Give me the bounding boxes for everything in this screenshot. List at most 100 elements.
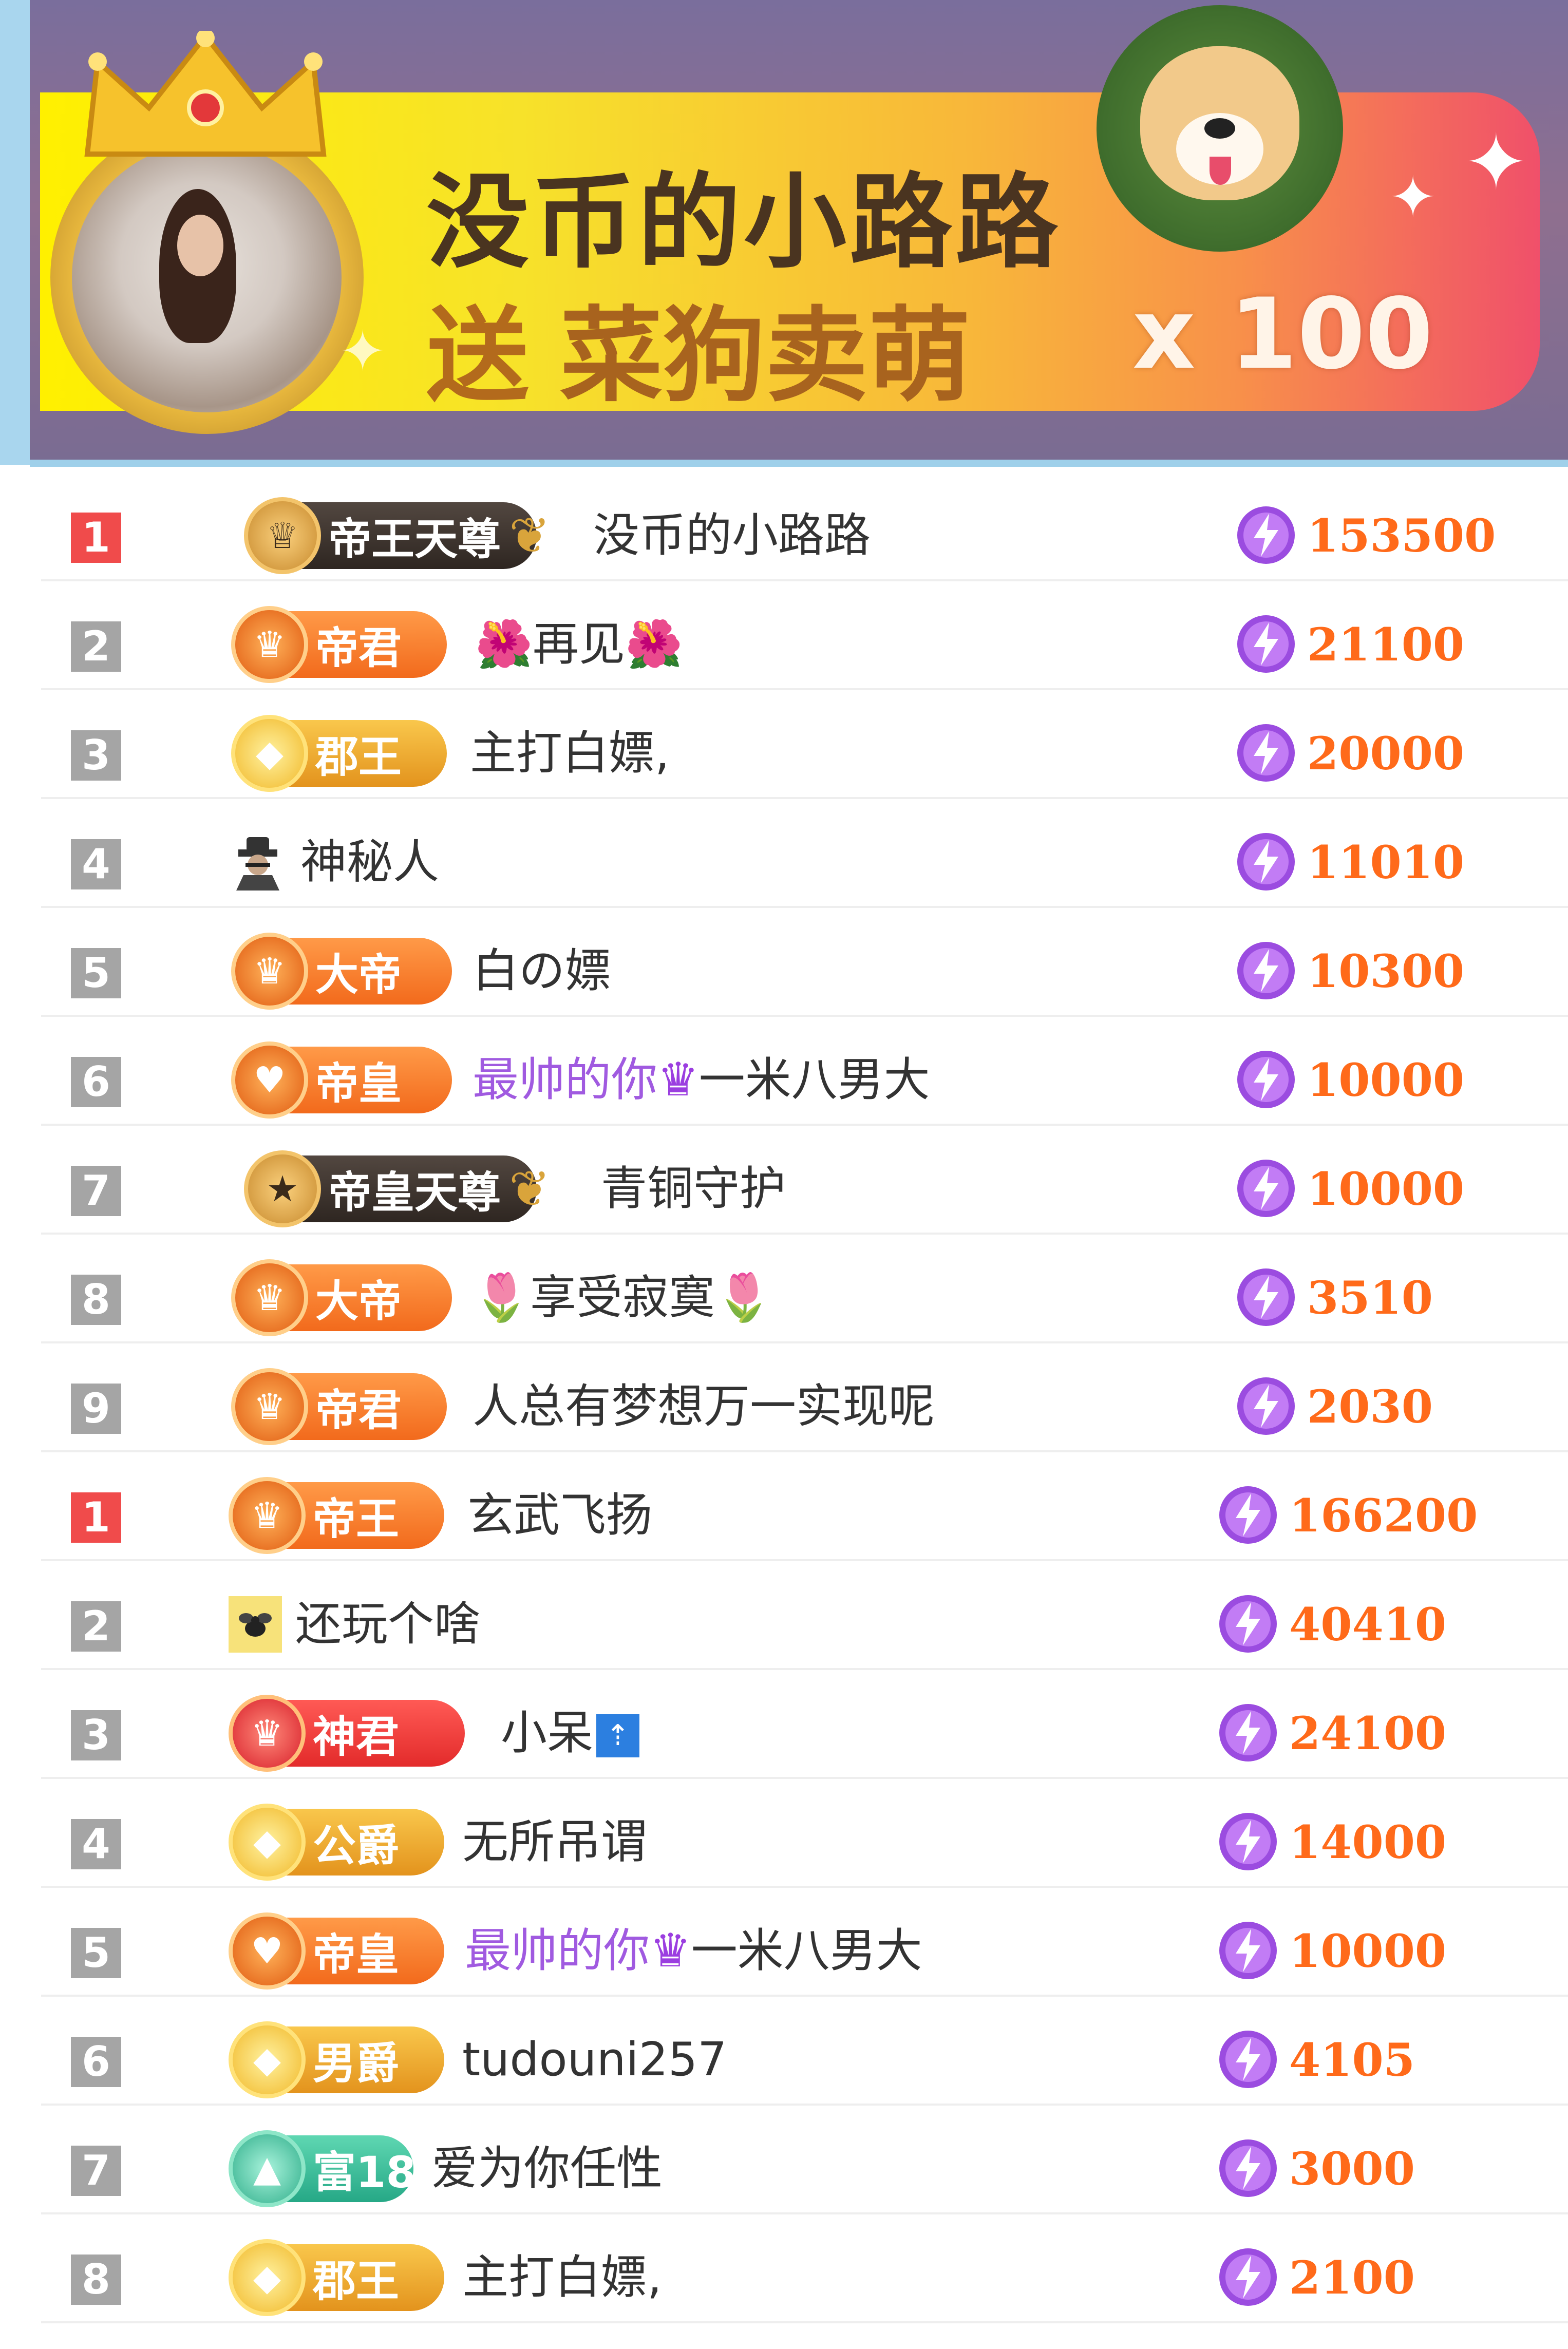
leaderboard-row[interactable]: 2 ♛ 帝君 🌺再见🌺 21100 [0, 581, 1568, 690]
score-value: 3000 [1289, 2142, 1415, 2195]
coin-icon [1237, 506, 1295, 564]
score-value: 2030 [1307, 1380, 1433, 1433]
badge-label: 大帝 [315, 949, 402, 1000]
level-badge: ♛ 帝君 [231, 606, 447, 683]
coin-icon [1219, 2248, 1277, 2306]
badge-label: 郡王 [315, 731, 402, 782]
level-badge: ♛ 帝王 [229, 1477, 444, 1554]
rank-number: 3 [71, 1710, 121, 1760]
coin-icon [1237, 942, 1295, 999]
username[interactable]: 最帅的你♛一米八男大 [473, 1047, 930, 1113]
sparkle-icon: ✦ [339, 318, 387, 384]
badge-emblem-icon: ◆ [229, 2239, 306, 2316]
gift-name: 菜狗卖萌 [560, 296, 971, 416]
coin-icon [1237, 724, 1295, 782]
level-badge: ◆ 男爵 [229, 2021, 444, 2098]
level-badge: ▲ 富18 [229, 2130, 416, 2207]
username[interactable]: 人总有梦想万一实现呢 [473, 1373, 935, 1440]
dog-face [1140, 46, 1299, 200]
username[interactable]: 没币的小路路 [593, 502, 871, 569]
username[interactable]: 🌺再见🌺 [475, 611, 683, 678]
leaderboard-row[interactable]: 1 ♛ 帝王 玄武飞扬 166200 [0, 1452, 1568, 1561]
coin-icon [1237, 1160, 1295, 1217]
score-value: 10000 [1307, 1053, 1465, 1107]
rank-number: 1 [71, 513, 121, 563]
badge-label: 男爵 [313, 2038, 400, 2089]
leaderboard-row[interactable]: 6 ◆ 男爵 tudouni257 4105 [0, 1997, 1568, 2106]
username[interactable]: 青铜守护 [601, 1155, 786, 1222]
username[interactable]: 白の嫖 [473, 938, 611, 1005]
leaderboard-row[interactable]: 6 ♥ 帝皇 最帅的你♛一米八男大 10000 [0, 1017, 1568, 1126]
level-badge: ♥ 帝皇 [229, 1912, 444, 1990]
leaderboard-row[interactable]: 2 还玩个啥 40410 [0, 1561, 1568, 1670]
level-up-icon: ⇡ [596, 1714, 639, 1758]
rank-number: 7 [71, 2146, 121, 2196]
username[interactable]: 主打白嫖, [470, 720, 670, 787]
leaderboard-row[interactable]: 3 ♛ 神君 小呆 ⇡ 24100 [0, 1670, 1568, 1779]
level-badge: ♛ 大帝 [231, 1259, 452, 1336]
coin-icon [1219, 1595, 1277, 1653]
crown-icon [84, 31, 327, 157]
leaderboard-row[interactable]: 5 ♛ 大帝 白の嫖 10300 [0, 908, 1568, 1017]
leaderboard-row[interactable]: 7 ▲ 富18 爱为你任性 3000 [0, 2106, 1568, 2214]
leaderboard-row[interactable]: 7 ★ 帝皇天尊 ❦ 青铜守护 10000 [0, 1126, 1568, 1235]
username[interactable]: 无所吊谓 [462, 1809, 647, 1876]
leaderboard-row[interactable]: 4 ◆ 公爵 无所吊谓 14000 [0, 1779, 1568, 1888]
badge-emblem-icon: ▲ [229, 2130, 306, 2207]
rank-number: 9 [71, 1384, 121, 1434]
dog-nose [1204, 118, 1235, 139]
wing-icon: ❦ [509, 1160, 551, 1218]
leaderboard-row[interactable]: 9 ♛ 帝君 人总有梦想万一实现呢 2030 [0, 1343, 1568, 1452]
sender-avatar[interactable] [72, 143, 342, 412]
rank-number: 8 [71, 2255, 121, 2305]
username[interactable]: tudouni257 [462, 2026, 727, 2093]
badge-emblem-icon: ◆ [229, 2021, 306, 2098]
username[interactable]: 还玩个啥 [295, 1591, 480, 1658]
dog-gift-icon [1097, 5, 1343, 252]
username[interactable]: 爱为你任性 [431, 2135, 663, 2202]
leaderboard-row[interactable]: 8 ◆ 郡王 主打白嫖, 2100 [0, 2214, 1568, 2323]
leaderboard-row[interactable]: 8 ♛ 大帝 🌷享受寂寞🌷 3510 [0, 1235, 1568, 1343]
username[interactable]: 主打白嫖, [462, 2244, 662, 2311]
username[interactable]: 最帅的你♛一米八男大 [465, 1918, 922, 1984]
score-value: 153500 [1307, 509, 1496, 562]
score-value: 24100 [1289, 1707, 1447, 1760]
rank-number: 7 [71, 1166, 121, 1216]
badge-label: 公爵 [313, 1820, 400, 1871]
level-badge: ◆ 郡王 [231, 715, 447, 792]
badge-label: 帝王天尊 [328, 514, 501, 564]
sparkle-icon: ✦ [1464, 118, 1528, 207]
badge-label: 帝君 [315, 1385, 402, 1435]
leaderboard-row[interactable]: 1 ♕ 帝王天尊 ❦ 没币的小路路 153500 [0, 472, 1568, 581]
coin-icon [1219, 1813, 1277, 1870]
rank-number: 5 [71, 1928, 121, 1978]
spy-icon [231, 834, 285, 891]
dog-tongue [1210, 157, 1231, 185]
level-badge: ♥ 帝皇 [231, 1041, 452, 1119]
badge-emblem-icon: ♛ [229, 1695, 306, 1772]
score-value: 10000 [1289, 1924, 1447, 1978]
banner-sender-name[interactable]: 没币的小路路 [426, 139, 1061, 288]
badge-label: 郡王 [313, 2256, 400, 2306]
leaderboard-row[interactable]: 4 神秘人 11010 [0, 799, 1568, 908]
level-badge: ◆ 公爵 [229, 1804, 444, 1881]
badge-label: 帝皇 [313, 1929, 400, 1980]
badge-label: 大帝 [315, 1276, 402, 1327]
badge-emblem-icon: ♛ [231, 1368, 308, 1445]
score-value: 4105 [1289, 2033, 1415, 2087]
leaderboard-row[interactable]: 5 ♥ 帝皇 最帅的你♛一米八男大 10000 [0, 1888, 1568, 1997]
level-badge: ♛ 神君 [229, 1695, 465, 1772]
badge-emblem-icon: ♛ [231, 933, 308, 1010]
level-badge: ♛ 大帝 [231, 933, 452, 1010]
username[interactable]: 小呆 ⇡ [501, 1700, 639, 1767]
username[interactable]: 玄武飞扬 [467, 1482, 652, 1549]
username[interactable]: 神秘人 [300, 829, 439, 896]
leaderboard-row[interactable]: 3 ◆ 郡王 主打白嫖, 20000 [0, 690, 1568, 799]
left-edge-strip [0, 0, 30, 465]
rank-number: 4 [71, 1819, 121, 1869]
score-value: 10000 [1307, 1162, 1465, 1216]
badge-emblem-icon: ★ [244, 1150, 321, 1227]
username[interactable]: 🌷享受寂寞🌷 [473, 1264, 772, 1331]
rank-number: 1 [71, 1492, 121, 1543]
badge-emblem-icon: ♛ [229, 1477, 306, 1554]
